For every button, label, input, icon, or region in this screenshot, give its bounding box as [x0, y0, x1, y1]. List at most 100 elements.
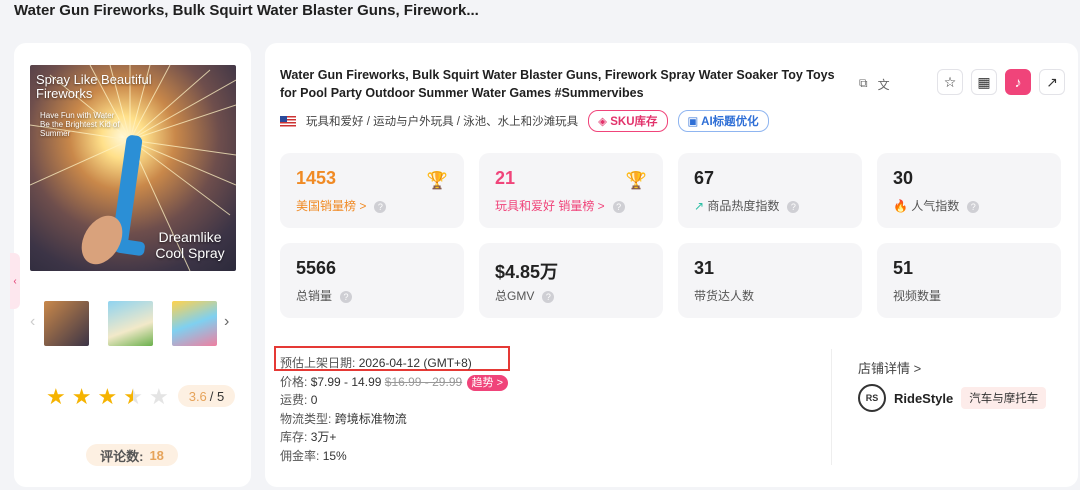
star-half-icon: ★	[123, 384, 143, 409]
stat-value: $4.85万	[495, 262, 559, 282]
help-icon[interactable]: ?	[374, 200, 387, 213]
us-flag-icon	[280, 115, 296, 127]
product-info-list: 预估上架日期: 2026-04-12 (GMT+8) 价格: $7.99 - 1…	[280, 354, 508, 465]
info-label: 价格:	[280, 374, 308, 389]
qr-code-button[interactable]: ▦	[971, 69, 997, 95]
star-rating: ★ ★ ★ ★ ★	[46, 386, 169, 408]
info-label: 预估上架日期:	[280, 356, 356, 370]
image-bottom-text: Dreamlike Cool Spray	[155, 229, 225, 261]
stat-creator-count: 31 带货达人数	[678, 243, 862, 318]
stat-value: 67	[694, 168, 715, 188]
stat-popularity-index: 30 🔥 人气指数?	[877, 153, 1061, 228]
info-launch-date: 预估上架日期: 2026-04-12 (GMT+8)	[280, 354, 508, 373]
stat-value: 30	[893, 168, 914, 188]
help-icon[interactable]: ?	[542, 290, 555, 303]
info-shipping: 运费: 0	[280, 391, 508, 410]
product-detail-card: Water Gun Fireworks, Bulk Squirt Water B…	[265, 43, 1078, 487]
info-commission: 佣金率: 15%	[280, 447, 508, 466]
open-external-button[interactable]: ↗	[1039, 69, 1065, 95]
trend-label: 趋势 >	[471, 376, 503, 389]
stat-us-sales-rank[interactable]: 1453 🏆 美国销量榜 >?	[280, 153, 464, 228]
stat-label: 带货达人数	[694, 289, 755, 303]
review-label: 评论数:	[100, 448, 144, 464]
store-name[interactable]: RideStyle	[894, 391, 953, 406]
favorite-button[interactable]: ☆	[937, 69, 963, 95]
sku-tag-label: SKU库存	[610, 116, 658, 128]
thumb-next-icon[interactable]: ›	[224, 313, 229, 331]
product-gallery-card: ‹ Spray Like Beautiful Fireworks Have Fu…	[10, 43, 251, 487]
info-price: 价格: $7.99 - 14.99 $16.99 - 29.99 趋势 >	[280, 373, 508, 392]
fire-icon: 🔥	[893, 199, 912, 213]
stat-label: 商品热度指数	[707, 199, 780, 213]
divider	[831, 349, 832, 465]
stat-label: 总销量	[296, 289, 333, 303]
star-outline-icon: ☆	[943, 73, 957, 90]
price-value: $7.99 - 14.99	[310, 374, 382, 389]
trophy-icon: 🏆	[426, 171, 448, 190]
thumbnail-3[interactable]	[172, 301, 217, 346]
image-headline: Spray Like Beautiful Fireworks	[36, 72, 152, 101]
review-count-badge: 评论数: 18	[86, 444, 178, 466]
rating-total: / 5	[209, 388, 225, 404]
category-row: 玩具和爱好 / 运动与户外玩具 / 泳池、水上和沙滩玩具 ◈ SKU库存 ▣ A…	[280, 110, 769, 132]
page-title: Water Gun Fireworks, Bulk Squirt Water B…	[14, 2, 479, 19]
ai-icon: ▣	[687, 116, 702, 128]
star-full-icon: ★	[46, 384, 66, 409]
rating-score: 3.6	[188, 388, 207, 404]
category-path: 玩具和爱好 / 运动与户外玩具 / 泳池、水上和沙滩玩具	[306, 116, 579, 128]
image-subtext: Have Fun with Water Be the Brightest Kid…	[40, 111, 120, 138]
ai-tag-label: AI标题优化	[701, 116, 759, 128]
stat-label: 视频数量	[893, 289, 942, 303]
collapse-tab[interactable]: ‹	[10, 253, 20, 309]
star-full-icon: ★	[71, 384, 92, 409]
star-full-icon: ★	[97, 384, 118, 409]
store-logo[interactable]: RS	[858, 384, 886, 412]
stat-value: 51	[893, 258, 914, 278]
qr-code-icon: ▦	[977, 73, 991, 90]
info-value: 0	[310, 393, 318, 407]
star-empty-icon: ★	[148, 384, 169, 409]
sku-stock-tag[interactable]: ◈ SKU库存	[588, 110, 668, 132]
stat-label: 人气指数	[911, 199, 960, 213]
help-icon[interactable]: ?	[340, 290, 353, 303]
action-buttons: ☆ ▦ ♪ ↗	[937, 69, 1065, 95]
rating-score-badge: 3.6 / 5	[178, 385, 235, 407]
info-label: 运费:	[280, 393, 308, 407]
stat-category-sales-rank[interactable]: 21 🏆 玩具和爱好 销量榜 >?	[479, 153, 663, 228]
stat-label: 美国销量榜 >	[296, 199, 367, 213]
thumbnail-1[interactable]	[44, 301, 89, 346]
chevron-left-icon: ‹	[13, 275, 17, 287]
product-title: Water Gun Fireworks, Bulk Squirt Water B…	[280, 68, 835, 100]
thumbnail-2[interactable]	[108, 301, 153, 346]
stat-value: 1453	[296, 168, 337, 188]
info-value: 跨境标准物流	[334, 411, 407, 426]
help-icon[interactable]: ?	[787, 200, 800, 213]
stat-video-count: 51 视频数量	[877, 243, 1061, 318]
price-original: $16.99 - 29.99	[384, 374, 463, 389]
info-label: 库存:	[280, 430, 308, 444]
trend-button[interactable]: 趋势 >	[466, 374, 508, 391]
stat-heat-index: 67 ↗ 商品热度指数?	[678, 153, 862, 228]
stat-value: 31	[694, 258, 715, 278]
info-stock: 库存: 3万+	[280, 428, 508, 447]
help-icon[interactable]: ?	[612, 200, 625, 213]
store-details-link[interactable]: 店铺详情 >	[858, 358, 921, 377]
tiktok-button[interactable]: ♪	[1005, 69, 1031, 95]
store-category-tag: 汽车与摩托车	[961, 387, 1047, 409]
info-label: 物流类型:	[280, 411, 332, 426]
thumb-prev-icon[interactable]: ‹	[30, 313, 35, 331]
product-main-image[interactable]: Spray Like Beautiful Fireworks Have Fun …	[30, 65, 236, 271]
ai-title-tag[interactable]: ▣ AI标题优化	[677, 110, 769, 132]
help-icon[interactable]: ?	[967, 200, 980, 213]
copy-icon[interactable]: ⧉	[859, 76, 868, 93]
external-link-icon: ↗	[1046, 73, 1058, 90]
stat-total-gmv: $4.85万 总GMV?	[479, 243, 663, 318]
trend-up-icon: ↗	[694, 199, 708, 213]
stat-total-sales: 5566 总销量?	[280, 243, 464, 318]
translate-icon[interactable]: 文	[878, 76, 890, 93]
review-count: 18	[149, 447, 164, 463]
stat-value: 5566	[296, 258, 337, 278]
info-value: 15%	[322, 448, 347, 463]
stat-value: 21	[495, 168, 516, 188]
trophy-icon: 🏆	[625, 171, 647, 190]
